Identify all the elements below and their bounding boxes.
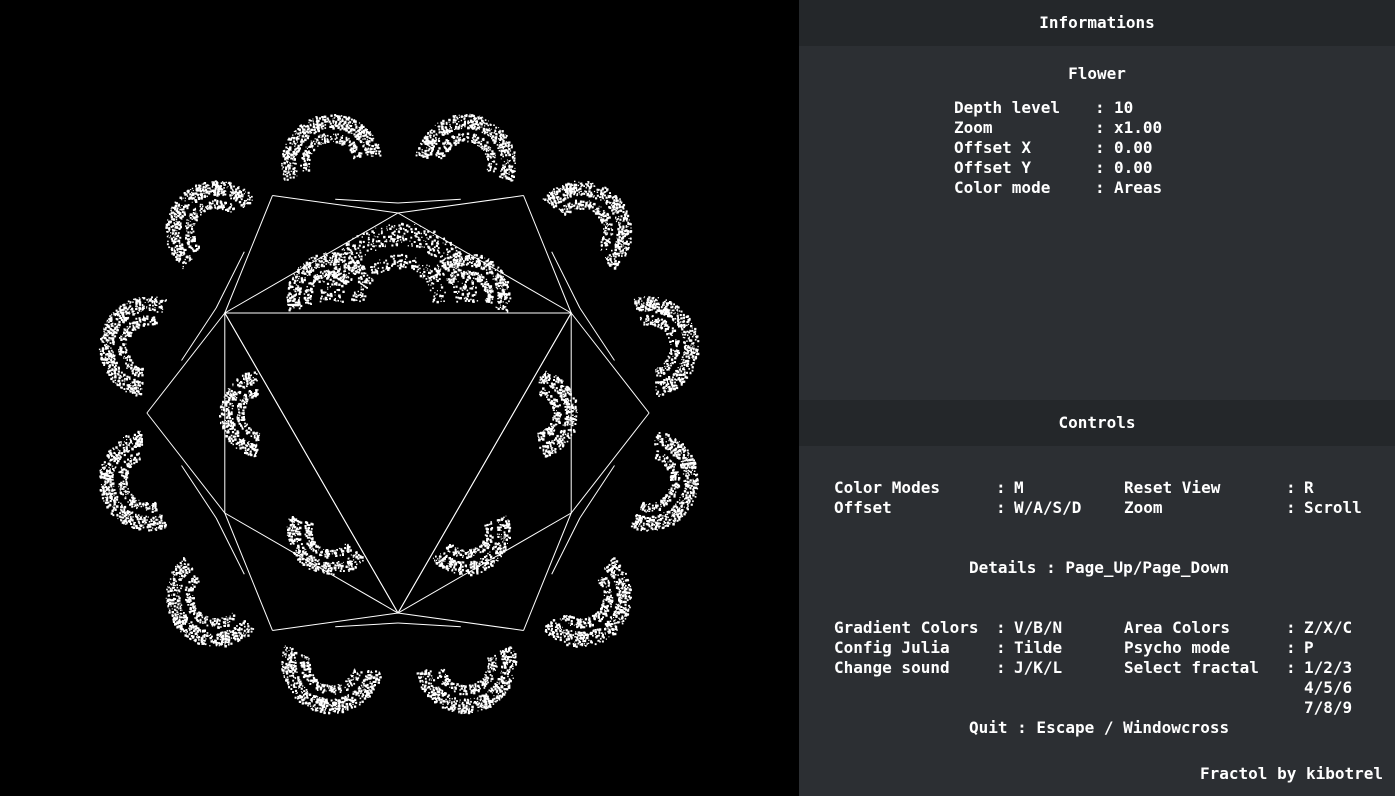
control-label-offset: Offset — [834, 498, 892, 517]
info-value-color-mode: Areas — [1114, 178, 1163, 197]
info-colon: : — [1095, 118, 1105, 137]
control-label-color-modes: Color Modes — [834, 478, 940, 497]
control-quit: Quit : Escape / Windowcross — [969, 718, 1230, 737]
side-panel: Informations Flower Depth level : 10 Zoo… — [799, 0, 1395, 796]
control-keys-color-modes: M — [1014, 478, 1024, 497]
credit-text: Fractol by kibotrel — [1200, 764, 1384, 783]
control-colon: : — [1286, 658, 1296, 677]
info-label-color-mode: Color mode — [954, 178, 1051, 197]
info-value-depth: 10 — [1114, 98, 1134, 117]
info-label-offset-x: Offset X — [954, 138, 1032, 157]
control-keys-select-fractal: 1/2/3 — [1304, 658, 1353, 677]
info-label-zoom: Zoom — [954, 118, 993, 137]
control-keys-gradient-colors: V/B/N — [1014, 618, 1063, 637]
info-colon: : — [1095, 98, 1105, 117]
control-keys-select-fractal-2: 4/5/6 — [1304, 678, 1353, 697]
control-colon: : — [996, 478, 1006, 497]
control-keys-offset: W/A/S/D — [1014, 498, 1082, 517]
info-label-depth: Depth level — [954, 98, 1060, 117]
control-label-zoom: Zoom — [1124, 498, 1163, 517]
info-label-offset-y: Offset Y — [954, 158, 1032, 177]
control-keys-change-sound: J/K/L — [1014, 658, 1063, 677]
control-keys-psycho-mode: P — [1304, 638, 1314, 657]
info-value-offset-x: 0.00 — [1114, 138, 1153, 157]
control-keys-zoom: Scroll — [1304, 498, 1362, 517]
info-colon: : — [1095, 158, 1105, 177]
control-colon: : — [996, 658, 1006, 677]
control-keys-reset-view: R — [1304, 478, 1314, 497]
control-label-psycho-mode: Psycho mode — [1124, 638, 1230, 657]
control-label-select-fractal: Select fractal — [1124, 658, 1259, 677]
control-colon: : — [1286, 478, 1296, 497]
info-value-offset-y: 0.00 — [1114, 158, 1153, 177]
control-keys-config-julia: Tilde — [1014, 638, 1063, 657]
control-label-gradient-colors: Gradient Colors — [834, 618, 979, 637]
control-colon: : — [996, 638, 1006, 657]
control-colon: : — [1286, 618, 1296, 637]
controls-header: Controls — [799, 400, 1395, 446]
control-keys-select-fractal-3: 7/8/9 — [1304, 698, 1353, 717]
info-colon: : — [1095, 178, 1105, 197]
control-colon: : — [996, 618, 1006, 637]
control-colon: : — [996, 498, 1006, 517]
fractal-name: Flower — [1068, 64, 1126, 83]
control-colon: : — [1286, 638, 1296, 657]
fractal-blobs — [98, 113, 700, 715]
control-label-change-sound: Change sound — [834, 658, 950, 677]
flower-fractal — [98, 113, 700, 715]
control-colon: : — [1286, 498, 1296, 517]
control-label-reset-view: Reset View — [1124, 478, 1221, 497]
fractal-canvas[interactable] — [0, 0, 799, 796]
informations-header: Informations — [799, 0, 1395, 46]
control-details: Details : Page_Up/Page_Down — [969, 558, 1230, 577]
control-label-config-julia: Config Julia — [834, 638, 950, 657]
control-label-area-colors: Area Colors — [1124, 618, 1230, 637]
info-colon: : — [1095, 138, 1105, 157]
control-keys-area-colors: Z/X/C — [1304, 618, 1353, 637]
info-value-zoom: x1.00 — [1114, 118, 1163, 137]
